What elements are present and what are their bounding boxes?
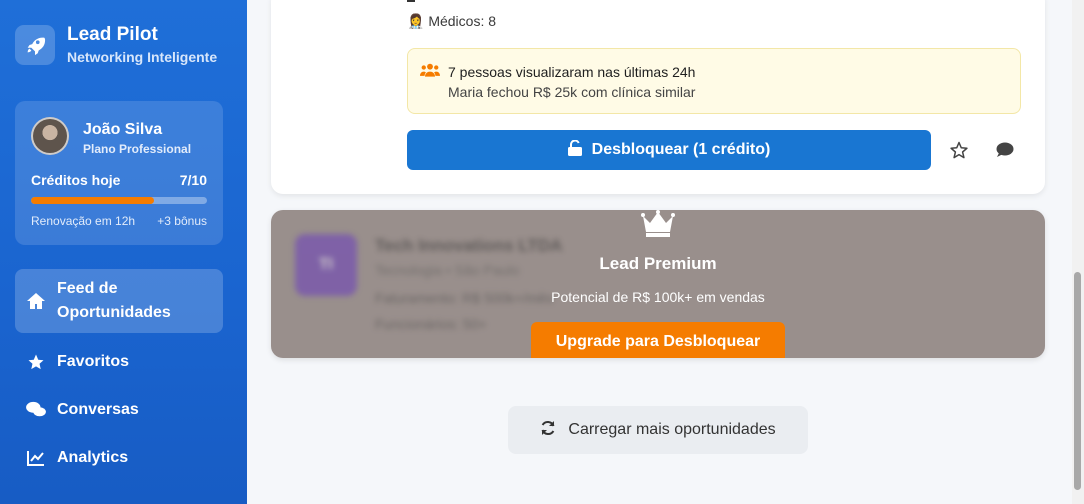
scrollbar[interactable]: [1072, 0, 1084, 504]
sidebar-item-conversas[interactable]: Conversas: [15, 395, 223, 425]
message-bubble-icon[interactable]: [996, 142, 1014, 163]
premium-title: Lead Premium: [599, 254, 717, 273]
sidebar-item-favoritos[interactable]: Favoritos: [15, 347, 223, 377]
chart-icon: [25, 447, 47, 469]
unlock-button-label: Desbloquear (1 crédito): [591, 141, 771, 158]
sidebar: Lead Pilot Networking Inteligente João S…: [0, 0, 247, 504]
user-name: João Silva: [83, 121, 163, 138]
sidebar-item-label: Analytics: [57, 449, 129, 466]
alert-views-text: 7 pessoas visualizaram nas últimas 24h: [448, 64, 696, 80]
sidebar-item-label: Favoritos: [57, 353, 130, 370]
credits-progress-bar: [31, 197, 207, 204]
brand-name: Lead Pilot: [67, 24, 158, 45]
refresh-icon: [540, 420, 568, 441]
bonus-text: +3 bônus: [157, 214, 207, 228]
premium-subtitle: Potencial de R$ 100k+ em vendas: [551, 289, 765, 305]
scrollbar-thumb[interactable]: [1074, 272, 1081, 490]
upgrade-button[interactable]: Upgrade para Desbloquear: [531, 322, 785, 358]
credits-value: 7/10: [179, 172, 207, 188]
company-employees: Funcionários: 50+: [375, 316, 487, 332]
credits-label: Créditos hoje: [31, 172, 121, 188]
sidebar-item-feed[interactable]: Feed de Oportunidades: [15, 269, 223, 333]
sidebar-item-analytics[interactable]: Analytics: [15, 443, 223, 473]
premium-lead-card: TI Tech Innovations LTDA Tecnologia • Sã…: [271, 210, 1045, 358]
load-more-label: Carregar mais oportunidades: [568, 421, 776, 438]
alert-deal-text: Maria fechou R$ 25k com clínica similar: [448, 84, 696, 100]
unlock-button[interactable]: Desbloquear (1 crédito): [407, 130, 931, 170]
company-name: Tech Innovations LTDA: [375, 236, 563, 255]
rocket-icon: [15, 24, 55, 65]
load-more-button[interactable]: Carregar mais oportunidades: [508, 406, 808, 454]
avatar[interactable]: [31, 117, 69, 155]
sidebar-item-label: Feed de Oportunidades: [57, 280, 171, 321]
brand[interactable]: Lead Pilot Networking Inteligente: [15, 24, 217, 65]
crown-icon: [641, 210, 675, 243]
lead-card: 👩‍⚕️ Médicos: 8 7 pessoas visualizaram n…: [271, 0, 1045, 194]
unlock-icon: [567, 139, 592, 161]
users-icon: [420, 62, 440, 83]
user-plan: Plano Professional: [83, 142, 192, 156]
medicos-count: 👩‍⚕️ Médicos: 8: [407, 13, 497, 29]
favorite-star-icon[interactable]: [949, 140, 969, 165]
user-card[interactable]: João Silva Plano Professional Créditos h…: [15, 101, 223, 245]
renewal-text: Renovação em 12h: [31, 214, 136, 228]
chat-icon: [25, 399, 47, 421]
social-proof-alert: 7 pessoas visualizaram nas últimas 24h M…: [407, 48, 1021, 114]
star-icon: [25, 351, 47, 373]
home-icon: [25, 290, 47, 312]
sidebar-item-label: Conversas: [57, 401, 139, 418]
brand-tagline: Networking Inteligente: [67, 49, 218, 65]
credits-progress-fill: [31, 197, 155, 204]
